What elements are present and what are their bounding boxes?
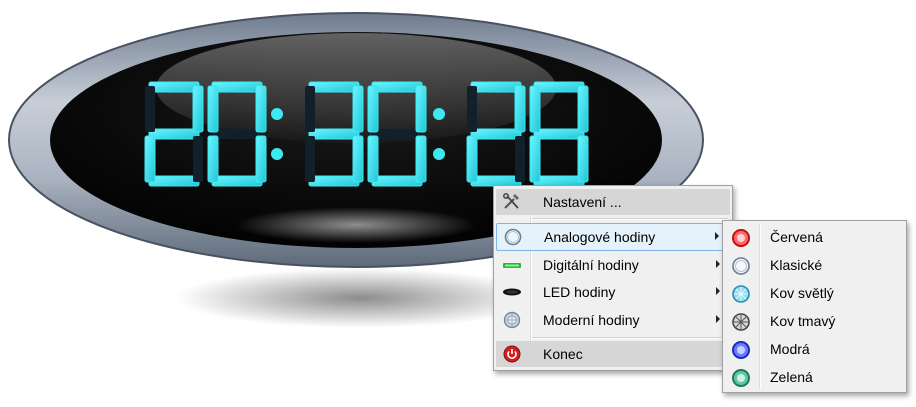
digit-segment bbox=[145, 86, 155, 132]
digit-segment bbox=[207, 85, 219, 133]
light-metal-clock-icon bbox=[732, 285, 750, 303]
submenu-item-light-metal[interactable]: Kov světlý bbox=[725, 280, 904, 307]
digit-segment bbox=[305, 136, 315, 182]
digit-segment bbox=[577, 135, 589, 183]
digit-segment bbox=[514, 85, 526, 133]
digit-segment bbox=[371, 81, 423, 93]
menu-item-exit[interactable]: Konec bbox=[496, 341, 730, 367]
menu-item-analog-clock[interactable]: Analogové hodiny bbox=[496, 223, 730, 251]
submenu-arrow-icon bbox=[716, 315, 720, 323]
digit-segment bbox=[371, 175, 423, 187]
colon-dot bbox=[433, 148, 445, 160]
colon-dot bbox=[433, 108, 445, 120]
menu-item-settings-label: Nastavení ... bbox=[543, 194, 622, 210]
submenu-item-red-label: Červená bbox=[770, 229, 823, 245]
digit-segment bbox=[192, 85, 204, 133]
submenu-arrow-icon bbox=[715, 232, 719, 240]
submenu-item-light-metal-label: Kov světlý bbox=[770, 285, 834, 301]
digit-segment bbox=[529, 85, 541, 133]
digit-segment bbox=[529, 135, 541, 183]
submenu-item-blue-label: Modrá bbox=[770, 341, 810, 357]
context-menu: Nastavení ... Analogové hodiny Digitální… bbox=[493, 185, 733, 371]
submenu-item-classic[interactable]: Klasické bbox=[725, 252, 904, 279]
submenu-item-dark-metal-label: Kov tmavý bbox=[770, 313, 836, 329]
digit-segment bbox=[148, 128, 200, 140]
digit-segment bbox=[148, 81, 200, 93]
submenu-item-dark-metal[interactable]: Kov tmavý bbox=[725, 308, 904, 335]
digit-segment bbox=[372, 129, 422, 139]
submenu-arrow-icon bbox=[716, 287, 720, 295]
digit-segment bbox=[144, 135, 156, 183]
digit-segment bbox=[212, 129, 262, 139]
modern-clock-icon bbox=[503, 311, 521, 329]
digit-segment bbox=[470, 128, 522, 140]
digit-segment bbox=[352, 85, 364, 133]
digit-segment bbox=[352, 135, 364, 183]
digit-segment bbox=[255, 85, 267, 133]
colon-dot bbox=[271, 108, 283, 120]
menu-item-digital-clock-label: Digitální hodiny bbox=[543, 257, 639, 273]
blue-clock-icon bbox=[732, 341, 750, 359]
menu-item-exit-label: Konec bbox=[543, 346, 583, 362]
digit-segment bbox=[305, 86, 315, 132]
menu-item-settings[interactable]: Nastavení ... bbox=[496, 189, 730, 215]
submenu-item-red[interactable]: Červená bbox=[725, 224, 904, 251]
menu-item-modern-clock[interactable]: Moderní hodiny bbox=[496, 307, 730, 333]
digit-segment bbox=[255, 135, 267, 183]
digit-segment bbox=[308, 81, 360, 93]
digit-segment bbox=[367, 85, 379, 133]
submenu-item-classic-label: Klasické bbox=[770, 257, 823, 273]
digit-segment bbox=[193, 136, 203, 182]
colon-dot bbox=[271, 148, 283, 160]
digit-segment bbox=[308, 175, 360, 187]
menu-separator bbox=[532, 218, 728, 220]
clock-shadow bbox=[175, 268, 545, 328]
digit-segment bbox=[308, 128, 360, 140]
digit-segment bbox=[211, 175, 263, 187]
classic-clock-icon bbox=[732, 257, 750, 275]
menu-item-led-clock-label: LED hodiny bbox=[543, 284, 616, 300]
digit-segment bbox=[415, 135, 427, 183]
submenu-item-green[interactable]: Zelená bbox=[725, 364, 904, 391]
digit-segment bbox=[466, 135, 478, 183]
led-clock-icon bbox=[503, 288, 521, 296]
digit-segment bbox=[148, 175, 200, 187]
menu-separator bbox=[532, 337, 728, 339]
green-clock-icon bbox=[732, 369, 750, 387]
analog-clock-icon bbox=[504, 228, 522, 246]
dark-metal-clock-icon bbox=[732, 313, 750, 331]
digit-segment bbox=[211, 81, 263, 93]
digit-segment bbox=[207, 135, 219, 183]
submenu-item-blue[interactable]: Modrá bbox=[725, 336, 904, 363]
menu-item-digital-clock[interactable]: Digitální hodiny bbox=[496, 252, 730, 278]
digit-segment bbox=[470, 81, 522, 93]
digital-clock-icon bbox=[503, 263, 521, 268]
clock-bottom-glow bbox=[236, 207, 476, 243]
digit-segment bbox=[467, 86, 477, 132]
menu-item-analog-clock-label: Analogové hodiny bbox=[544, 229, 656, 245]
menu-item-led-clock[interactable]: LED hodiny bbox=[496, 279, 730, 305]
digit-segment bbox=[577, 85, 589, 133]
tools-icon bbox=[503, 193, 519, 209]
digit-segment bbox=[533, 81, 585, 93]
submenu-arrow-icon bbox=[716, 260, 720, 268]
digit-segment bbox=[367, 135, 379, 183]
digit-segment bbox=[533, 128, 585, 140]
power-icon bbox=[503, 345, 521, 363]
submenu-item-green-label: Zelená bbox=[770, 369, 813, 385]
digit-segment bbox=[515, 136, 525, 182]
red-clock-icon bbox=[732, 229, 750, 247]
menu-item-modern-clock-label: Moderní hodiny bbox=[543, 312, 640, 328]
analog-clock-submenu: Červená Klasické Kov světlý Kov tmavý Mo… bbox=[722, 220, 907, 393]
digit-segment bbox=[415, 85, 427, 133]
